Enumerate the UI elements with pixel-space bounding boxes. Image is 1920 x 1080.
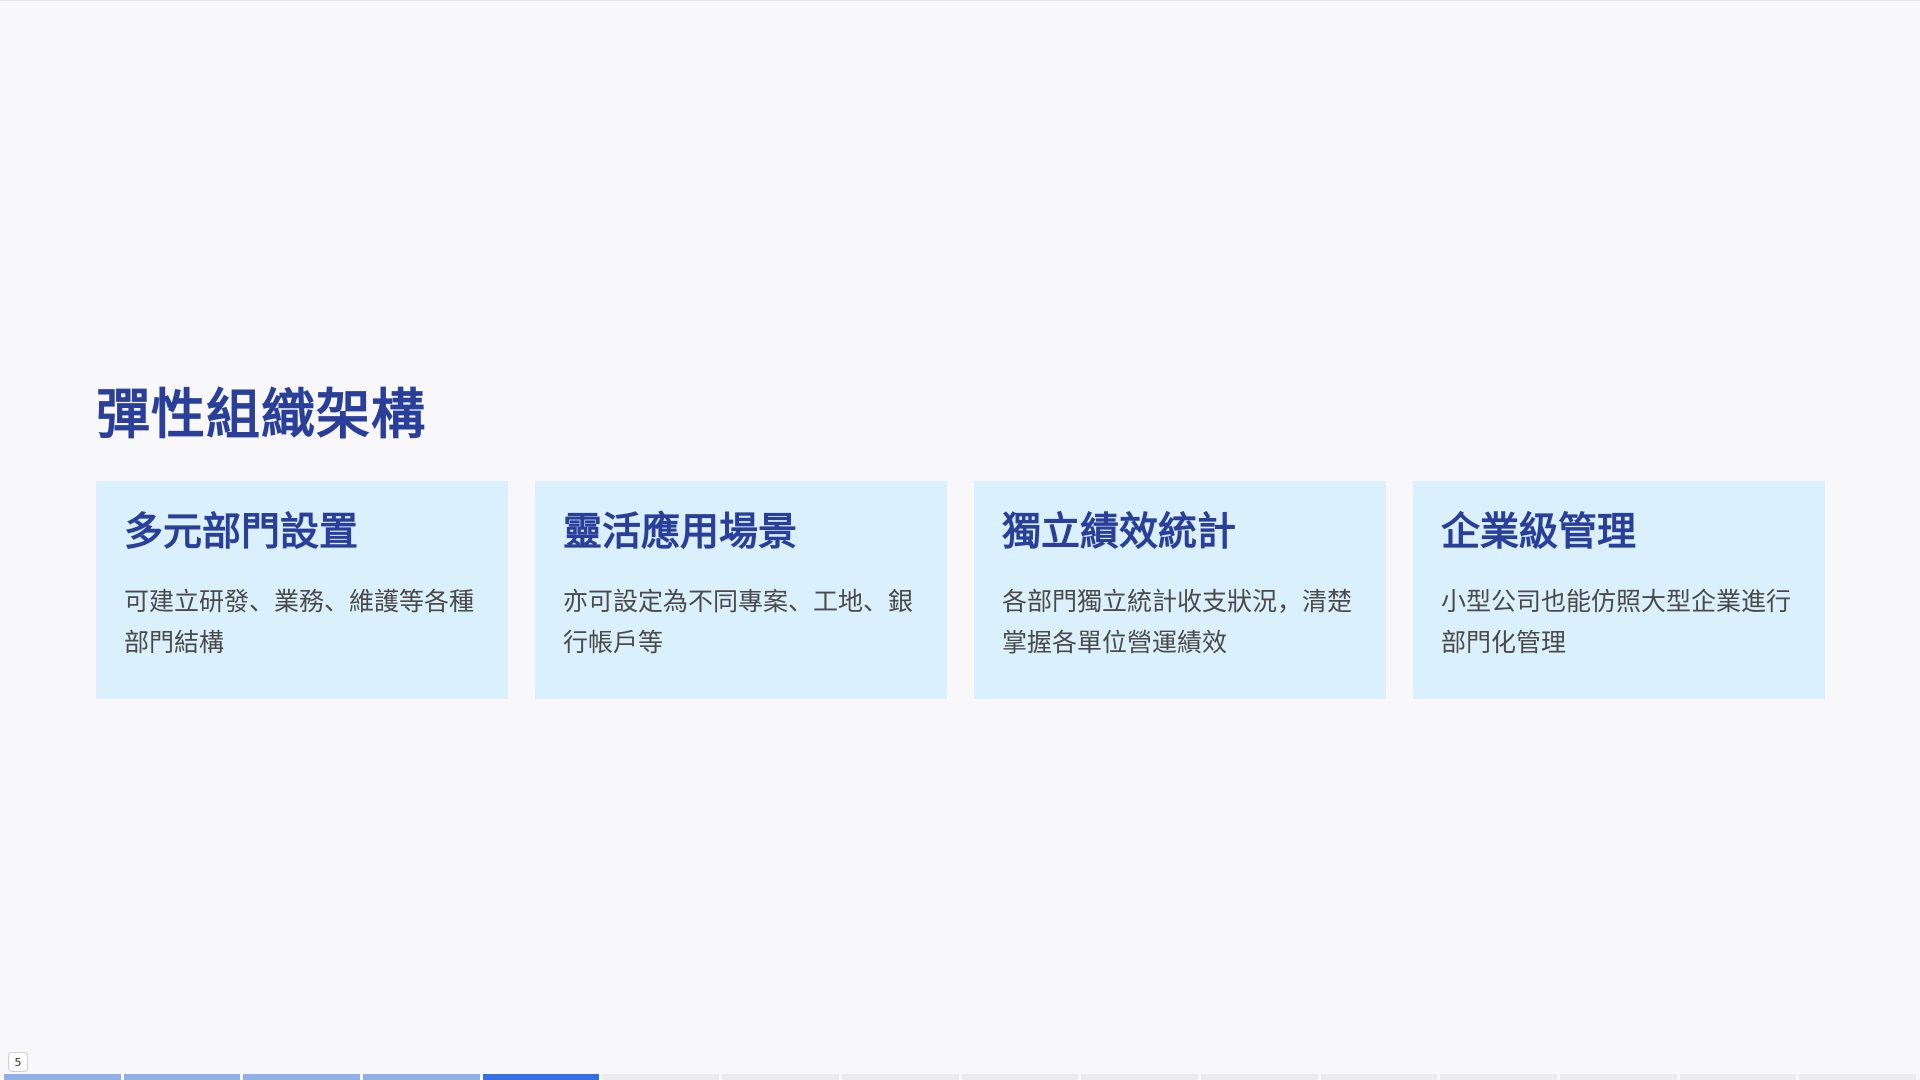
- slide-progress-bar[interactable]: [4, 1074, 1916, 1080]
- feature-card: 靈活應用場景 亦可設定為不同專案、工地、銀行帳戶等: [535, 481, 947, 699]
- progress-segment[interactable]: [1081, 1074, 1198, 1080]
- feature-card-title: 獨立績效統計: [1002, 510, 1237, 555]
- progress-segment[interactable]: [1559, 1074, 1677, 1080]
- progress-segment[interactable]: [1799, 1074, 1916, 1080]
- feature-card-description: 亦可設定為不同專案、工地、銀行帳戶等: [563, 587, 914, 657]
- feature-card-title: 多元部門設置: [124, 510, 359, 555]
- feature-card: 多元部門設置 可建立研發、業務、維護等各種部門結構: [96, 481, 508, 699]
- feature-card-description: 可建立研發、業務、維護等各種部門結構: [124, 587, 475, 657]
- feature-cards: 多元部門設置 可建立研發、業務、維護等各種部門結構 靈活應用場景 亦可設定為不同…: [96, 481, 1825, 699]
- progress-segment[interactable]: [1679, 1074, 1797, 1080]
- progress-segment[interactable]: [602, 1074, 720, 1080]
- page-number-badge: 5: [8, 1052, 28, 1072]
- progress-segment[interactable]: [1440, 1074, 1557, 1080]
- progress-segment[interactable]: [841, 1074, 959, 1080]
- slide-title: 彈性組織架構: [96, 383, 426, 446]
- progress-segment[interactable]: [961, 1074, 1079, 1080]
- progress-segment[interactable]: [722, 1074, 839, 1080]
- progress-segment[interactable]: [4, 1074, 121, 1080]
- slide: 彈性組織架構 多元部門設置 可建立研發、業務、維護等各種部門結構 靈活應用場景 …: [0, 0, 1920, 1080]
- progress-segment[interactable]: [1320, 1074, 1438, 1080]
- feature-card-description: 小型公司也能仿照大型企業進行部門化管理: [1441, 587, 1792, 657]
- progress-segment[interactable]: [363, 1074, 480, 1080]
- progress-segment[interactable]: [1200, 1074, 1318, 1080]
- feature-card-title: 企業級管理: [1441, 510, 1637, 555]
- progress-segment[interactable]: [123, 1074, 241, 1080]
- progress-segment-current[interactable]: [482, 1074, 600, 1080]
- feature-card-description: 各部門獨立統計收支狀況，清楚掌握各單位營運績效: [1002, 587, 1353, 657]
- progress-segment[interactable]: [243, 1074, 361, 1080]
- feature-card: 獨立績效統計 各部門獨立統計收支狀況，清楚掌握各單位營運績效: [974, 481, 1386, 699]
- feature-card-title: 靈活應用場景: [563, 510, 798, 555]
- feature-card: 企業級管理 小型公司也能仿照大型企業進行部門化管理: [1413, 481, 1825, 699]
